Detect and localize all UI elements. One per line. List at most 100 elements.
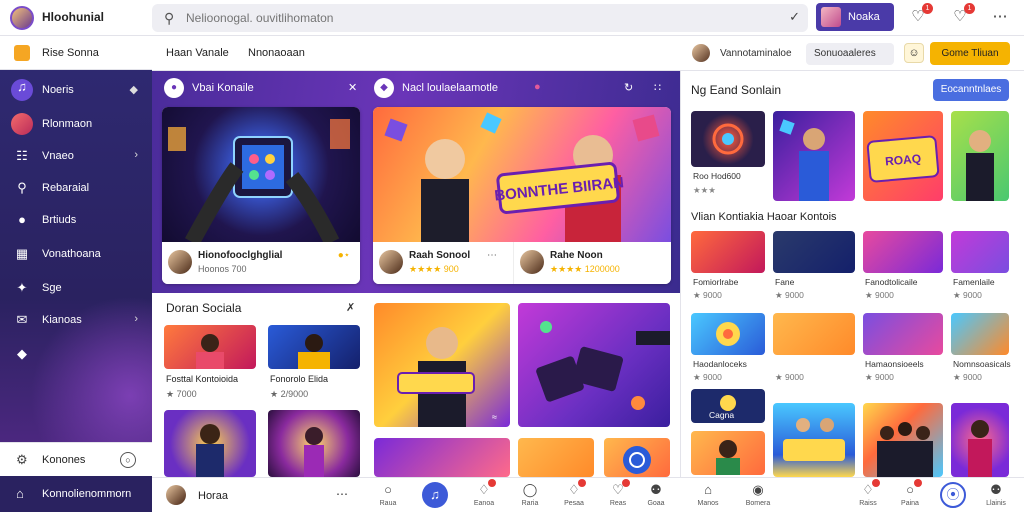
nav-item[interactable]: ⚉ Llainis xyxy=(978,482,1014,510)
banner-right-header: ◆ Nacl loulaelaamotle ● ↻ ∷ xyxy=(362,71,680,105)
tile-meta: ★ 9000 xyxy=(693,372,722,382)
sidebar-item-sge[interactable]: ✦ Sge xyxy=(0,274,152,302)
nav-label: Manos xyxy=(697,500,719,507)
video-tile[interactable] xyxy=(951,403,1009,477)
sidebar-item-vonathoana[interactable]: ▦ Vonathoana xyxy=(0,240,152,268)
music-icon[interactable]: ♫ xyxy=(422,482,448,508)
sidebar-item-kianoas[interactable]: ✉ Kianoas › xyxy=(0,306,152,334)
user-icon: ⚉ xyxy=(990,482,1002,497)
avatar[interactable] xyxy=(166,485,186,505)
bell-icon[interactable]: ♡ 1 xyxy=(950,3,975,27)
close-icon[interactable]: ✕ xyxy=(348,81,357,94)
nav-item[interactable]: ♢ Eanoa xyxy=(466,479,502,510)
avatar[interactable] xyxy=(692,44,710,62)
grid-icon[interactable]: ∷ xyxy=(654,81,661,94)
tab-home[interactable]: Haan Vanale xyxy=(166,47,229,59)
profile-chip[interactable]: Noaka xyxy=(816,3,894,31)
tile-meta: ★ 9000 xyxy=(865,372,894,382)
tile-meta: ★ 9000 xyxy=(953,372,982,382)
compass-icon[interactable]: ⦿ xyxy=(940,482,966,508)
nav-item[interactable]: ◯ Raria xyxy=(512,482,548,510)
grid-icon[interactable]: ⋯ xyxy=(990,7,1010,27)
emoji-icon[interactable]: ☺ xyxy=(904,43,924,63)
brand-avatar[interactable] xyxy=(10,6,34,30)
video-tile[interactable] xyxy=(268,325,360,369)
sidebar-settings[interactable]: ⚙ Konones ○ xyxy=(0,442,152,476)
video-tile[interactable] xyxy=(518,438,594,477)
tile-illustration: ≈ xyxy=(397,327,497,427)
video-tile[interactable] xyxy=(164,410,256,477)
sidebar-item-diamond[interactable]: ◆ xyxy=(0,340,152,368)
more-icon[interactable]: ⋯ xyxy=(487,250,497,261)
video-tile[interactable] xyxy=(691,231,765,273)
nav-item[interactable]: ○ Raua xyxy=(370,482,406,510)
video-tile[interactable]: ROAQ xyxy=(863,111,943,201)
video-tile[interactable]: ≈ xyxy=(374,303,510,427)
search-bar[interactable]: ⚲ ✓ xyxy=(152,4,808,32)
tile-illustration xyxy=(716,440,740,475)
tile-caption: Cagna xyxy=(709,410,735,420)
more-icon[interactable]: ⋯ xyxy=(336,487,348,501)
nav-item[interactable]: ○ Paina xyxy=(892,479,928,510)
section-title: Doran Sociala xyxy=(166,301,242,315)
pin-icon[interactable]: ● xyxy=(534,81,541,93)
tile-meta: ★ 9000 xyxy=(953,290,982,300)
banner-card[interactable]: Hionofooclghglial Hoonos 700 ●⋆ xyxy=(162,107,360,284)
video-tile[interactable] xyxy=(773,111,855,201)
video-tile[interactable] xyxy=(164,325,256,369)
chat-icon: ○ xyxy=(384,482,392,497)
video-tile[interactable] xyxy=(951,313,1009,355)
chevron-right-icon: › xyxy=(134,149,138,161)
video-tile[interactable] xyxy=(691,431,765,475)
video-tile[interactable] xyxy=(773,313,855,355)
mic-icon[interactable]: ✓ xyxy=(789,9,800,25)
sidebar-item-label: Sge xyxy=(42,282,62,294)
video-tile[interactable] xyxy=(773,231,855,273)
sidebar-item-vnaeo[interactable]: ☷ Vnaeo › xyxy=(0,142,152,170)
explore-button[interactable]: Eocanntnlaes xyxy=(933,79,1009,101)
video-tile[interactable] xyxy=(863,231,943,273)
video-tile[interactable] xyxy=(863,403,943,477)
video-tile[interactable] xyxy=(604,438,670,477)
cta-button[interactable]: Gome Tliuan xyxy=(930,42,1010,65)
tile-caption: Fanodtolicaile xyxy=(865,277,918,287)
search-input[interactable] xyxy=(186,9,766,27)
nav-item[interactable]: ⌂ Manos xyxy=(690,482,726,510)
sidebar-item-rebaraial[interactable]: ⚲ Rebaraial xyxy=(0,174,152,202)
video-tile[interactable] xyxy=(773,403,855,477)
close-icon[interactable]: ✗ xyxy=(346,301,355,314)
sidebar-account[interactable]: ⌂ Konnolienommorn xyxy=(0,476,152,512)
bell-icon[interactable]: ♡ 1 xyxy=(908,3,933,27)
nav-item[interactable]: ◉ Bomera xyxy=(740,482,776,510)
tile-caption: Roo Hod600 xyxy=(693,171,741,181)
video-tile[interactable] xyxy=(691,111,765,167)
card-image xyxy=(162,107,360,246)
video-tile[interactable] xyxy=(951,111,1009,201)
video-tile[interactable] xyxy=(951,231,1009,273)
nav-item[interactable]: ⚉ Goaa xyxy=(638,482,674,510)
sidebar-item-noeris[interactable]: ♫ Noeris ◆ xyxy=(0,76,152,104)
video-tile[interactable] xyxy=(518,303,670,427)
banner-left-header: ● Vbai Konaile ✕ xyxy=(152,71,362,105)
tab-second[interactable]: Nnonaoaan xyxy=(248,47,305,59)
toggle-icon[interactable]: ○ xyxy=(120,452,136,468)
video-tile[interactable] xyxy=(374,438,510,477)
refresh-icon[interactable]: ↻ xyxy=(624,81,633,94)
wifi-icon: ≈ xyxy=(492,412,497,422)
music-icon: ♫ xyxy=(11,79,33,101)
sidebar-item-rlonmaon[interactable]: Rlonmaon xyxy=(0,110,152,138)
video-tile[interactable] xyxy=(863,313,943,355)
video-tile[interactable]: Cagna xyxy=(691,389,765,423)
banner-poster-card[interactable]: BONNTHE BIIRAN Raah Sonool ★★★★ 900 ⋯ Ra… xyxy=(373,107,671,284)
video-tile[interactable] xyxy=(691,313,765,355)
sidebar-top-item[interactable]: Rise Sonna xyxy=(0,36,152,70)
video-tile[interactable] xyxy=(268,410,360,477)
profile-label: Noaka xyxy=(848,11,880,23)
nav-item[interactable]: ♡ Reas xyxy=(600,479,636,510)
nav-item[interactable]: ♢ Pesaa xyxy=(556,479,592,510)
globe-icon: ◉ xyxy=(752,482,764,497)
search-chip[interactable]: Sonuoaaleres xyxy=(806,43,894,65)
right-panel-subtitle: Vlian Kontiakia Haoar Kontois xyxy=(691,211,837,223)
sidebar-item-brtiuds[interactable]: ● Brtiuds xyxy=(0,206,152,234)
nav-item[interactable]: ♢ Raiss xyxy=(850,479,886,510)
